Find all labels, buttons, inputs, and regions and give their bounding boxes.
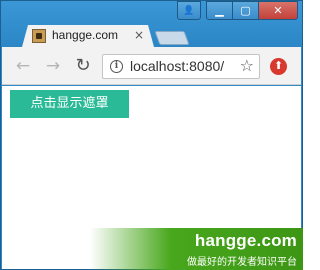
back-arrow-icon[interactable]: ← bbox=[14, 57, 32, 75]
reload-icon[interactable]: ↻ bbox=[74, 57, 92, 75]
site-favicon-icon bbox=[32, 29, 46, 43]
maximize-icon: ▢ bbox=[240, 4, 251, 17]
show-mask-button[interactable]: 点击显示遮罩 bbox=[10, 90, 129, 118]
browser-toolbar: ← → ↻ i localhost:8080/ ☆ ⬆ bbox=[2, 47, 301, 85]
site-info-icon[interactable]: i bbox=[110, 60, 123, 73]
close-window-button[interactable]: ✕ bbox=[258, 1, 298, 20]
minimize-button[interactable]: ▁ bbox=[206, 1, 233, 20]
watermark: hangge.com 做最好的开发者知识平台 bbox=[90, 228, 303, 270]
address-bar[interactable]: i localhost:8080/ ☆ bbox=[102, 54, 260, 79]
watermark-title: hangge.com bbox=[194, 231, 297, 250]
new-tab-button[interactable] bbox=[154, 31, 190, 45]
title-bar: hangge.com × 👤 ▁ ▢ ✕ bbox=[1, 1, 302, 47]
minimize-icon: ▁ bbox=[215, 4, 224, 17]
tab-title: hangge.com bbox=[52, 28, 119, 42]
profile-button[interactable]: 👤 bbox=[177, 1, 201, 20]
window-controls: 👤 ▁ ▢ ✕ bbox=[177, 1, 298, 21]
maximize-button[interactable]: ▢ bbox=[232, 1, 259, 20]
close-icon: ✕ bbox=[273, 4, 283, 17]
tab-close-icon[interactable]: × bbox=[134, 28, 144, 42]
user-icon: 👤 bbox=[183, 5, 195, 16]
url-text[interactable]: localhost:8080/ bbox=[130, 58, 234, 74]
bookmark-star-icon[interactable]: ☆ bbox=[240, 57, 254, 75]
watermark-subtitle: 做最好的开发者知识平台 bbox=[187, 257, 297, 268]
browser-tab[interactable]: hangge.com × bbox=[22, 25, 154, 47]
extension-icon[interactable]: ⬆ bbox=[270, 58, 287, 75]
forward-arrow-icon[interactable]: → bbox=[44, 57, 62, 75]
